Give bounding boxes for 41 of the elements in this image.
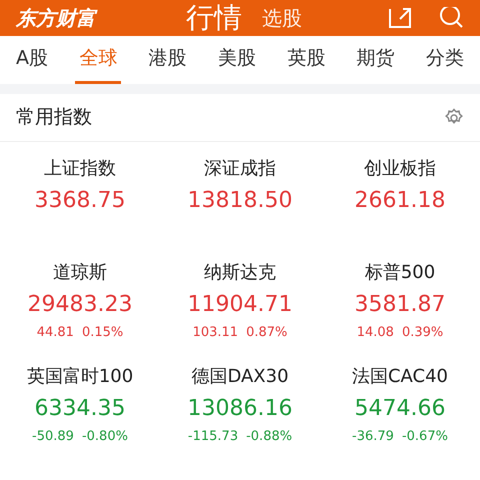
index-value: 3368.75 xyxy=(34,187,126,215)
market-tab[interactable]: 港股 xyxy=(144,36,191,84)
search-icon[interactable] xyxy=(438,7,464,29)
index-value: 13086.16 xyxy=(188,395,292,423)
change-percent: 0.87% xyxy=(246,324,288,342)
index-name: 深证成指 xyxy=(204,157,276,181)
market-tab[interactable]: 英股 xyxy=(283,36,330,84)
market-tab[interactable]: 分类 xyxy=(422,36,468,84)
change-value: 14.08 xyxy=(356,324,394,342)
market-tab[interactable]: 期货 xyxy=(352,36,399,84)
index-name: 标普500 xyxy=(364,261,436,285)
change-value: -115.73 xyxy=(188,428,238,446)
index-name: 英国富时100 xyxy=(26,365,134,389)
index-value: 13818.50 xyxy=(188,187,292,215)
change-percent: 0.39% xyxy=(402,324,444,342)
logo: 东方财富 xyxy=(16,5,98,32)
change-percent: -0.80% xyxy=(82,428,128,446)
index-value: 5474.66 xyxy=(354,395,446,423)
market-tab[interactable]: A股 xyxy=(12,36,52,84)
change-percent: -0.67% xyxy=(402,428,448,446)
change-value: 44.81 xyxy=(36,324,74,342)
index-value: 3581.87 xyxy=(354,291,446,319)
index-name: 创业板指 xyxy=(364,157,436,181)
index-value: 2661.18 xyxy=(354,187,446,215)
index-name: 德国DAX30 xyxy=(191,365,289,389)
change-value: -50.89 xyxy=(32,428,74,446)
index-name: 上证指数 xyxy=(44,157,116,181)
index-value: 6334.35 xyxy=(34,395,126,423)
change-percent: 0.15% xyxy=(82,324,124,342)
change-percent: -0.88% xyxy=(246,428,292,446)
index-value: 29483.23 xyxy=(28,291,132,319)
index-name: 纳斯达克 xyxy=(204,261,276,285)
index-name: 道琼斯 xyxy=(53,261,107,285)
header-tab[interactable]: 行情 xyxy=(186,0,242,39)
change-value: -36.79 xyxy=(352,428,394,446)
index-name: 法国CAC40 xyxy=(352,365,448,389)
change-value: 103.11 xyxy=(192,324,238,342)
market-tab[interactable]: 美股 xyxy=(214,36,260,84)
share-icon[interactable] xyxy=(388,7,414,29)
index-value: 11904.71 xyxy=(188,291,292,319)
section-title: 常用指数 xyxy=(16,105,92,130)
